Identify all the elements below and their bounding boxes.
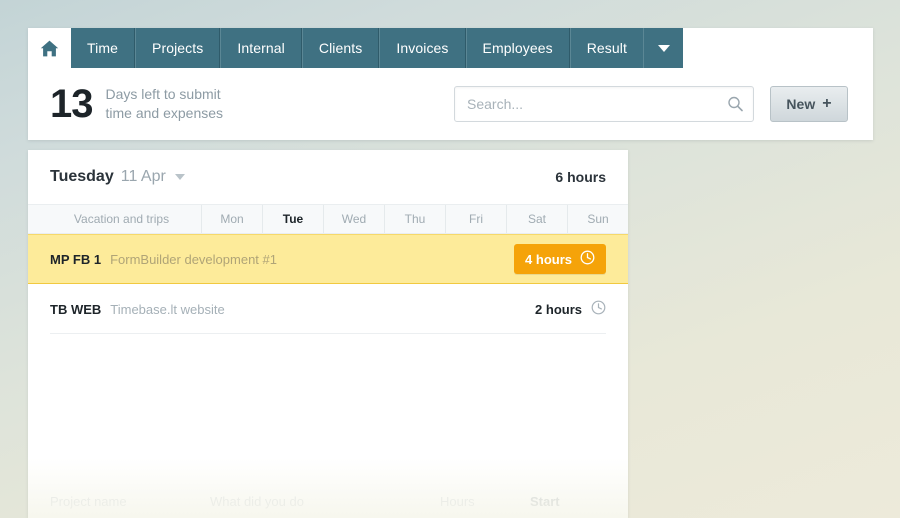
clock-icon xyxy=(580,250,595,268)
nav-tab-list: Time Projects Internal Clients Invoices … xyxy=(71,28,683,68)
new-entry-hours[interactable]: Hours xyxy=(440,494,530,509)
search-box[interactable] xyxy=(454,86,754,122)
clock-icon xyxy=(591,300,606,318)
chevron-down-icon xyxy=(657,44,670,52)
new-entry-start-button[interactable]: Start xyxy=(530,494,560,509)
entry-hours-badge[interactable]: 4 hours xyxy=(514,244,606,274)
entry-hours[interactable]: 2 hours xyxy=(535,300,606,318)
week-selector: Vacation and trips Mon Tue Wed Thu Fri S… xyxy=(28,204,628,234)
tab-time[interactable]: Time xyxy=(71,28,135,68)
tab-clients[interactable]: Clients xyxy=(301,28,380,68)
plus-icon: + xyxy=(822,95,832,112)
days-left-line-1: Days left to submit xyxy=(105,86,221,102)
tab-label: Employees xyxy=(482,40,553,56)
week-cell-fri[interactable]: Fri xyxy=(446,205,507,233)
date-value: 11 Apr xyxy=(120,168,166,185)
entry-hours-label: 2 hours xyxy=(535,301,582,317)
summary-bar: 13 Days left to submit time and expenses xyxy=(28,68,873,140)
timesheet-header: Tuesday 11 Apr 6 hours xyxy=(28,150,628,204)
week-cell-label: Tue xyxy=(282,212,304,226)
tab-invoices[interactable]: Invoices xyxy=(379,28,466,68)
week-cell-wed[interactable]: Wed xyxy=(324,205,385,233)
week-cell-label: Thu xyxy=(404,212,426,226)
table-row[interactable]: TB WEB Timebase.lt website 2 hours xyxy=(28,284,628,334)
week-cell-label: Vacation and trips xyxy=(73,212,170,226)
new-entry-project-name[interactable]: Project name xyxy=(50,494,210,509)
search-icon[interactable] xyxy=(728,96,743,112)
tab-employees[interactable]: Employees xyxy=(465,28,570,68)
nav-overflow-button[interactable] xyxy=(643,28,683,68)
header-actions: New + xyxy=(454,86,848,122)
days-left-line-2: time and expenses xyxy=(105,105,224,121)
tab-projects[interactable]: Projects xyxy=(135,28,221,68)
week-cell-label: Fri xyxy=(469,212,483,226)
tab-label: Projects xyxy=(152,40,204,56)
row-divider xyxy=(50,333,606,334)
main-navigation: Time Projects Internal Clients Invoices … xyxy=(28,28,683,68)
entry-project-code: MP FB 1 xyxy=(50,251,102,267)
new-button[interactable]: New + xyxy=(770,86,848,122)
week-cell-label: Mon xyxy=(220,212,244,226)
table-row[interactable]: MP FB 1 FormBuilder development #1 4 hou… xyxy=(28,234,628,284)
home-icon xyxy=(40,40,59,57)
week-cell-mon[interactable]: Mon xyxy=(202,205,263,233)
header-card: Time Projects Internal Clients Invoices … xyxy=(28,28,873,140)
days-left-text: Days left to submit time and expenses xyxy=(106,85,224,123)
days-left-count: 13 xyxy=(50,82,93,126)
days-left-block: 13 Days left to submit time and expenses xyxy=(50,84,223,124)
day-total-hours: 6 hours xyxy=(555,169,606,185)
week-cell-vacation[interactable]: Vacation and trips xyxy=(42,205,202,233)
date-selector[interactable]: Tuesday 11 Apr xyxy=(50,168,185,186)
entry-project-code: TB WEB xyxy=(50,301,102,317)
date-weekday: Tuesday xyxy=(50,168,114,185)
entry-actions: 2 hours xyxy=(535,300,606,318)
tab-label: Result xyxy=(586,40,627,56)
app-background: Time Projects Internal Clients Invoices … xyxy=(0,0,900,518)
entry-actions: 4 hours xyxy=(514,244,606,274)
week-cell-label: Sat xyxy=(527,212,546,226)
tab-result[interactable]: Result xyxy=(569,28,643,68)
entry-hours-label: 4 hours xyxy=(525,251,572,267)
home-tab[interactable] xyxy=(28,28,71,68)
entry-description: FormBuilder development #1 xyxy=(110,251,277,267)
week-cell-sat[interactable]: Sat xyxy=(507,205,568,233)
tab-label: Clients xyxy=(318,40,363,56)
week-cell-sun[interactable]: Sun xyxy=(568,205,628,233)
week-cell-label: Sun xyxy=(587,212,609,226)
entry-description: Timebase.lt website xyxy=(110,301,225,317)
new-entry-description[interactable]: What did you do xyxy=(210,494,440,509)
tab-label: Internal xyxy=(237,40,285,56)
chevron-down-icon[interactable] xyxy=(174,174,185,180)
timesheet-panel: Tuesday 11 Apr 6 hours Vacation and trip… xyxy=(28,150,628,518)
week-cell-thu[interactable]: Thu xyxy=(385,205,446,233)
search-input[interactable] xyxy=(455,96,753,112)
week-cell-label: Wed xyxy=(341,212,367,226)
new-entry-row[interactable]: Project name What did you do Hours Start xyxy=(28,484,628,518)
new-button-label: New xyxy=(786,96,816,112)
tab-label: Invoices xyxy=(396,40,449,56)
tab-internal[interactable]: Internal xyxy=(220,28,302,68)
tab-label: Time xyxy=(87,40,118,56)
week-cell-tue[interactable]: Tue xyxy=(263,205,324,233)
